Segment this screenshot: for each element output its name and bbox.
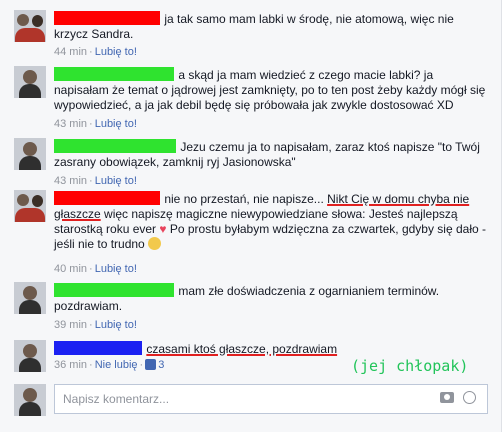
comment-input[interactable] <box>54 384 488 414</box>
emoji-icon <box>148 237 162 250</box>
author-name-redacted[interactable] <box>54 67 174 81</box>
avatar[interactable] <box>14 138 46 170</box>
comment-text: mam złe doświadczenia z ogarnianiem term… <box>54 283 486 314</box>
comment-composer <box>14 384 488 416</box>
heart-icon: ♥ <box>159 222 167 236</box>
timestamp[interactable]: 40 min <box>54 263 87 275</box>
timestamp[interactable]: 39 min <box>54 319 87 331</box>
thumbs-up-icon <box>145 359 157 370</box>
timestamp[interactable]: 44 min <box>54 46 87 58</box>
avatar[interactable] <box>14 10 46 42</box>
comment-3: Jezu czemu ja to napisałam, zaraz ktoś n… <box>14 138 498 187</box>
author-name-redacted[interactable] <box>54 283 174 297</box>
author-name-redacted[interactable] <box>54 11 160 25</box>
likes-count[interactable]: 3 <box>158 359 164 371</box>
comment-1: ja tak samo mam labki w środę, nie atomo… <box>14 10 498 58</box>
like-button[interactable]: Lubię to! <box>95 319 137 331</box>
comment-text: Jezu czemu ja to napisałam, zaraz ktoś n… <box>54 139 486 170</box>
comment-meta: 44 min · Lubię to! <box>54 46 137 58</box>
comment-body-start: nie no przestań, nie napisze... <box>164 192 328 206</box>
comment-body: czasami ktoś głaszcze, pozdrawiam <box>146 342 338 356</box>
author-name-redacted[interactable] <box>54 139 176 153</box>
comment-meta: 40 min · Lubię to! <box>54 263 137 275</box>
comment-thread: ja tak samo mam labki w środę, nie atomo… <box>0 0 502 432</box>
comment-meta: 36 min · Nie lubię · 3 <box>54 359 165 371</box>
timestamp[interactable]: 43 min <box>54 175 87 187</box>
comment-5: mam złe doświadczenia z ogarnianiem term… <box>14 282 498 331</box>
like-button[interactable]: Lubię to! <box>95 263 137 275</box>
author-name-redacted[interactable] <box>54 191 160 205</box>
comment-meta: 43 min · Lubię to! <box>54 175 137 187</box>
author-name-redacted[interactable] <box>54 341 142 355</box>
avatar[interactable] <box>14 340 46 372</box>
annotation-note: (jej chłopak) <box>351 357 469 375</box>
unlike-button[interactable]: Nie lubię <box>95 359 138 371</box>
timestamp[interactable]: 36 min <box>54 359 87 371</box>
like-button[interactable]: Lubię to! <box>95 118 137 130</box>
comment-4: nie no przestań, nie napisze... Nikt Cię… <box>14 190 498 275</box>
like-button[interactable]: Lubię to! <box>95 46 137 58</box>
like-button[interactable]: Lubię to! <box>95 175 137 187</box>
comment-text: nie no przestań, nie napisze... Nikt Cię… <box>54 191 486 252</box>
comment-text: ja tak samo mam labki w środę, nie atomo… <box>54 11 486 42</box>
comment-text: a skąd ja mam wiedzieć z czego macie lab… <box>54 67 486 113</box>
timestamp[interactable]: 43 min <box>54 118 87 130</box>
emoji-picker-icon[interactable] <box>463 391 476 404</box>
comment-meta: 39 min · Lubię to! <box>54 319 137 331</box>
camera-icon[interactable] <box>440 392 454 403</box>
comment-2: a skąd ja mam wiedzieć z czego macie lab… <box>14 66 498 130</box>
avatar[interactable] <box>14 190 46 222</box>
comment-text: czasami ktoś głaszcze, pozdrawiam <box>54 341 486 357</box>
comment-meta: 43 min · Lubię to! <box>54 118 137 130</box>
avatar[interactable] <box>14 66 46 98</box>
avatar[interactable] <box>14 282 46 314</box>
avatar <box>14 384 46 416</box>
